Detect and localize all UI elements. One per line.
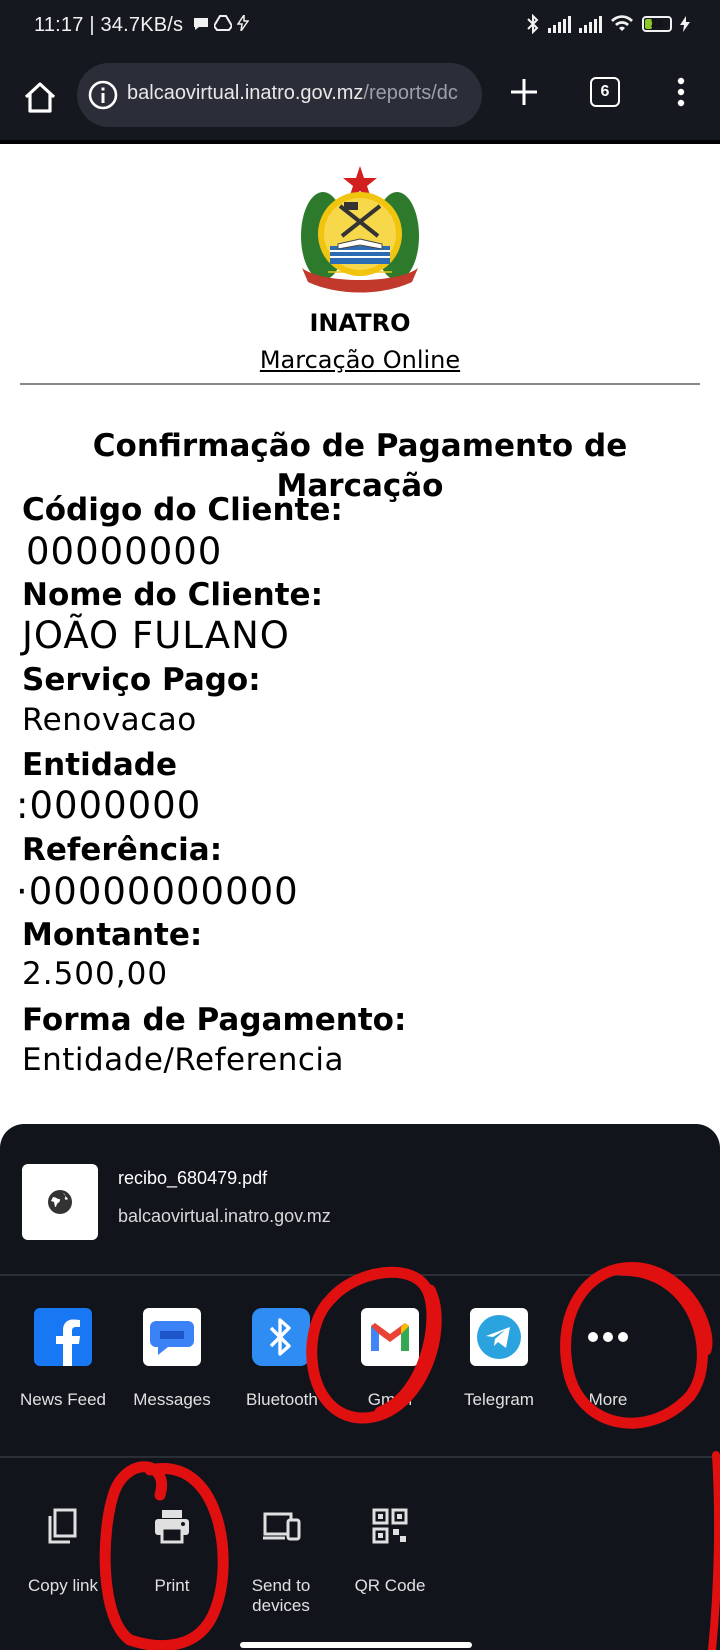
field-value-montante: 2.500,00 <box>22 956 169 992</box>
battery-icon: 25 <box>642 16 672 32</box>
field-label-referencia: Referência: <box>22 832 223 868</box>
tab-switcher-button[interactable]: 6 <box>590 77 620 107</box>
field-label-codigo: Código do Cliente: <box>22 492 343 528</box>
field-label-nome: Nome do Cliente: <box>22 577 323 613</box>
field-value-referencia: ·00000000000 <box>16 870 299 913</box>
signal-1-icon <box>548 15 571 33</box>
browser-toolbar: balcaovirtual.inatro.gov.mz/reports/dc 6 <box>0 58 720 140</box>
action-label: Print <box>154 1576 190 1595</box>
bluetooth-status-icon <box>527 14 539 34</box>
url-text: balcaovirtual.inatro.gov.mz/reports/dc <box>127 82 458 105</box>
share-action-qr-code[interactable]: QR Code <box>335 1506 445 1596</box>
status-left: 11:17 | 34.7KB/s <box>34 12 250 37</box>
share-app-telegram[interactable]: Telegram <box>444 1308 554 1410</box>
share-action-copy-link[interactable]: Copy link <box>8 1506 118 1596</box>
sheet-divider-bottom <box>0 1456 720 1458</box>
document-page: INATRO Marcação Online Confirmação de Pa… <box>0 144 720 1124</box>
app-label: Bluetooth <box>246 1390 318 1409</box>
address-bar[interactable]: balcaovirtual.inatro.gov.mz/reports/dc <box>77 63 482 127</box>
home-button[interactable] <box>20 78 60 118</box>
field-label-montante: Montante: <box>22 917 203 953</box>
field-label-entidade: Entidade <box>22 747 178 783</box>
notification-icons <box>193 12 250 35</box>
url-path: /reports/dc <box>363 82 458 104</box>
battery-level: 25 <box>650 18 664 30</box>
more-dots-icon <box>579 1308 637 1366</box>
action-label: QR Code <box>354 1576 426 1595</box>
print-icon <box>152 1506 192 1546</box>
share-app-gmail[interactable]: Gmail <box>335 1308 445 1410</box>
new-tab-button[interactable] <box>506 74 542 110</box>
copy-icon <box>43 1506 83 1546</box>
shared-file-host: balcaovirtual.inatro.gov.mz <box>118 1206 331 1226</box>
home-icon <box>24 82 56 113</box>
drive-icon <box>212 15 234 31</box>
wifi-icon <box>611 15 633 31</box>
site-info-icon[interactable] <box>87 79 119 111</box>
field-value-entidade: :0000000 <box>16 784 202 827</box>
field-label-forma: Forma de Pagamento: <box>22 1002 407 1038</box>
share-app-bluetooth[interactable]: Bluetooth <box>226 1308 336 1410</box>
chat-icon <box>194 18 209 30</box>
status-right: 25 <box>526 14 690 34</box>
share-action-send-to-devices[interactable]: Send to devices <box>226 1506 336 1616</box>
coat-of-arms-emblem <box>290 162 430 302</box>
globe-icon <box>48 1190 72 1214</box>
shared-file-name: recibo_680479.pdf <box>118 1168 268 1188</box>
overflow-menu-button[interactable] <box>666 74 696 110</box>
bluetooth-icon <box>252 1308 310 1366</box>
url-host: balcaovirtual.inatro.gov.mz <box>127 82 364 104</box>
action-label: Send to devices <box>251 1576 311 1615</box>
app-label: News Feed <box>20 1390 106 1409</box>
facebook-icon <box>34 1308 92 1366</box>
share-app-messages[interactable]: Messages <box>117 1308 227 1410</box>
data-saver-icon <box>236 12 250 32</box>
telegram-icon <box>470 1308 528 1366</box>
field-value-servico: Renovacao <box>22 702 197 738</box>
share-app-more[interactable]: More <box>553 1308 663 1410</box>
emblem-icon <box>301 166 419 293</box>
share-sheet: recibo_680479.pdf balcaovirtual.inatro.g… <box>0 1124 720 1650</box>
field-value-forma: Entidade/Referencia <box>22 1042 345 1078</box>
tab-count: 6 <box>600 83 610 100</box>
share-app-news-feed[interactable]: News Feed <box>8 1308 118 1410</box>
signal-2-icon <box>579 15 602 33</box>
gmail-icon <box>361 1308 419 1366</box>
marcacao-online-link[interactable]: Marcação Online <box>0 346 720 374</box>
messages-icon <box>143 1308 201 1366</box>
status-bar: 11:17 | 34.7KB/s 25 <box>0 0 720 58</box>
action-label: Copy link <box>28 1576 98 1595</box>
app-label: Telegram <box>464 1390 534 1409</box>
header-divider <box>20 383 700 385</box>
app-label: More <box>588 1390 628 1409</box>
app-label: Gmail <box>367 1390 413 1409</box>
file-thumbnail <box>22 1164 98 1240</box>
app-label: Messages <box>133 1390 211 1409</box>
kebab-menu-icon <box>677 77 685 107</box>
share-action-print[interactable]: Print <box>117 1506 227 1596</box>
qr-code-icon <box>370 1506 410 1546</box>
field-value-nome: JOÃO FULANO <box>22 614 290 657</box>
field-value-codigo: 00000000 <box>26 530 223 573</box>
status-time-speed: 11:17 | 34.7KB/s <box>34 14 184 36</box>
gesture-nav-pill[interactable] <box>240 1642 472 1648</box>
field-label-servico: Serviço Pago: <box>22 662 261 698</box>
charging-icon <box>680 16 690 32</box>
plus-icon <box>511 79 537 105</box>
organization-name: INATRO <box>309 309 411 337</box>
devices-icon <box>261 1506 301 1546</box>
sheet-divider-top <box>0 1274 720 1276</box>
